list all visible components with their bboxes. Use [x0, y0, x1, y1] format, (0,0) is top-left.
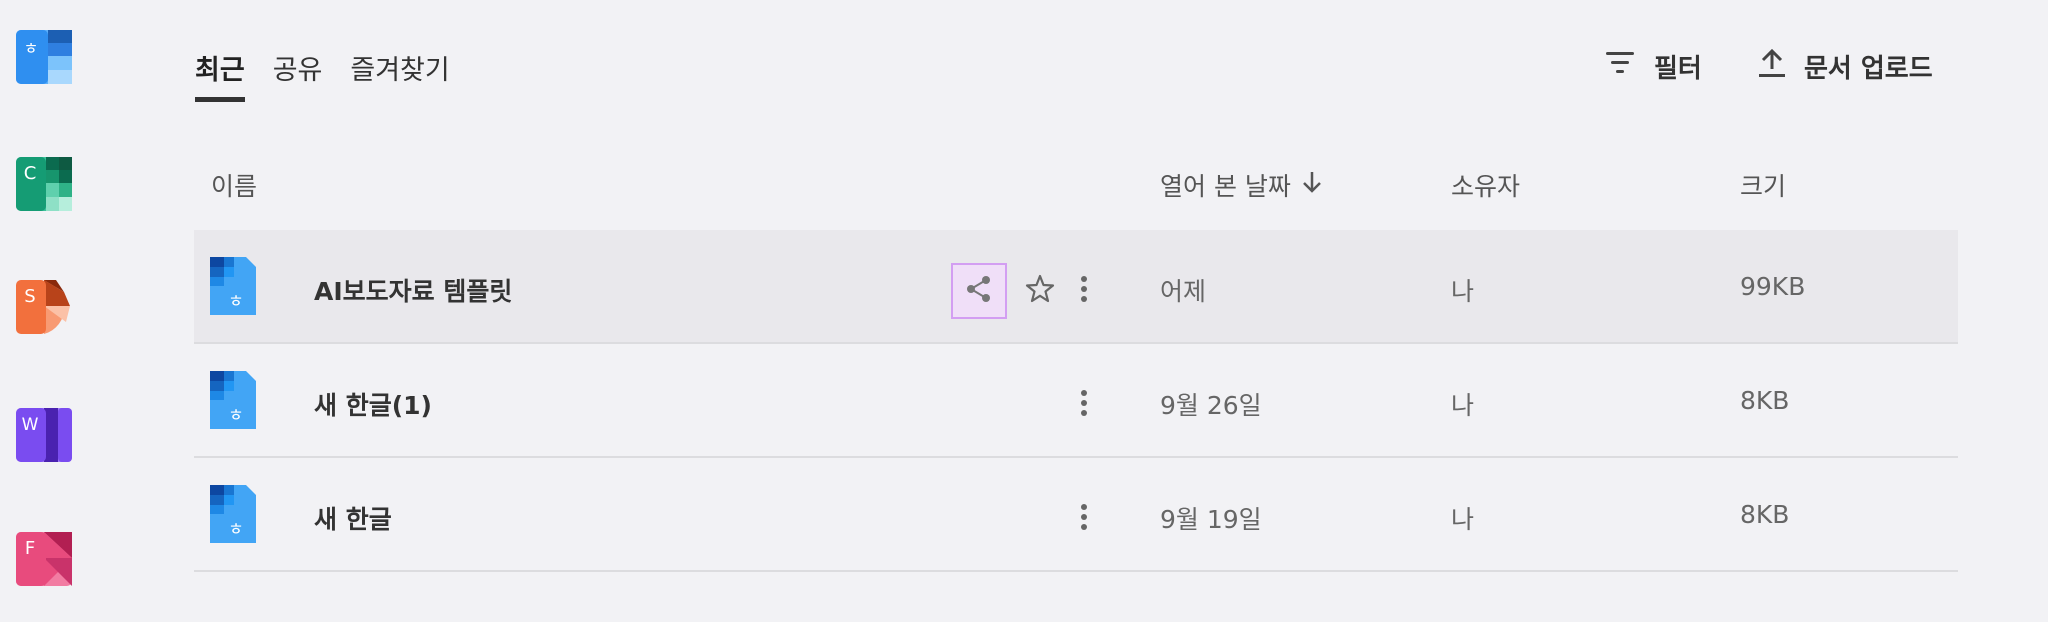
svg-text:W: W — [22, 415, 39, 435]
kebab-menu-icon — [1080, 389, 1088, 421]
cell-app-icon[interactable]: C — [16, 155, 72, 211]
document-table: 이름 열어 본 날짜 소유자 크기 ㅎ AI보도자료 템플릿 어제 나 99KB… — [194, 145, 1958, 572]
table-row[interactable]: ㅎ AI보도자료 템플릿 어제 나 99KB — [194, 230, 1958, 344]
opened-date: 9월 26일 — [1160, 391, 1262, 420]
upload-label: 문서 업로드 — [1804, 54, 1933, 84]
file-size: 8KB — [1740, 386, 1790, 415]
kebab-menu-icon — [1080, 275, 1088, 307]
file-size: 99KB — [1740, 272, 1806, 301]
app-sidebar: ㅎ C S W F — [0, 0, 90, 622]
share-icon — [964, 274, 994, 308]
owner: 나 — [1451, 277, 1475, 306]
upload-icon — [1758, 48, 1786, 85]
file-name[interactable]: 새 한글 — [314, 500, 392, 536]
upload-document-button[interactable]: 문서 업로드 — [1758, 48, 1933, 85]
svg-text:ㅎ: ㅎ — [24, 39, 39, 58]
sort-arrow-down-icon — [1301, 170, 1323, 200]
svg-text:S: S — [24, 286, 35, 307]
tab-shared[interactable]: 공유 — [273, 48, 323, 102]
file-name[interactable]: AI보도자료 템플릿 — [314, 272, 512, 308]
file-size: 8KB — [1740, 500, 1790, 529]
hangul-file-icon: ㅎ — [210, 485, 256, 543]
filter-button[interactable]: 필터 — [1604, 48, 1702, 85]
show-app-icon[interactable]: S — [16, 278, 72, 334]
favorite-button[interactable] — [1012, 263, 1068, 319]
column-header-date[interactable]: 열어 본 날짜 — [1160, 167, 1323, 203]
filter-label: 필터 — [1654, 54, 1702, 84]
column-header-name[interactable]: 이름 — [211, 167, 257, 203]
table-row[interactable]: ㅎ 새 한글 9월 19일 나 8KB — [194, 458, 1958, 572]
svg-text:ㅎ: ㅎ — [228, 292, 244, 312]
owner: 나 — [1451, 391, 1475, 420]
word-app-icon[interactable]: W — [16, 406, 72, 462]
column-header-date-label: 열어 본 날짜 — [1160, 172, 1291, 201]
more-options-button[interactable] — [1064, 491, 1104, 547]
svg-text:ㅎ: ㅎ — [228, 406, 244, 426]
file-name[interactable]: 새 한글(1) — [314, 386, 432, 422]
share-button[interactable] — [951, 263, 1007, 319]
opened-date: 어제 — [1160, 277, 1207, 306]
svg-text:C: C — [24, 163, 37, 184]
kebab-menu-icon — [1080, 503, 1088, 535]
table-row[interactable]: ㅎ 새 한글(1) 9월 26일 나 8KB — [194, 344, 1958, 458]
hangul-app-icon[interactable]: ㅎ — [16, 28, 72, 84]
column-header-owner[interactable]: 소유자 — [1451, 167, 1520, 203]
column-header-size[interactable]: 크기 — [1740, 167, 1786, 203]
pdf-app-icon[interactable]: F — [16, 530, 72, 586]
more-options-button[interactable] — [1064, 263, 1104, 319]
owner: 나 — [1451, 505, 1475, 534]
tab-favorites[interactable]: 즐겨찾기 — [350, 48, 449, 102]
star-icon — [1024, 273, 1056, 309]
more-options-button[interactable] — [1064, 377, 1104, 433]
opened-date: 9월 19일 — [1160, 505, 1262, 534]
hangul-file-icon: ㅎ — [210, 371, 256, 429]
document-tabs: 최근 공유 즐겨찾기 — [195, 48, 450, 102]
svg-text:ㅎ: ㅎ — [228, 520, 244, 540]
table-header: 이름 열어 본 날짜 소유자 크기 — [194, 145, 1958, 230]
hangul-file-icon: ㅎ — [210, 257, 256, 315]
tab-recent[interactable]: 최근 — [195, 48, 245, 102]
svg-text:F: F — [25, 538, 35, 559]
filter-icon — [1604, 49, 1636, 84]
